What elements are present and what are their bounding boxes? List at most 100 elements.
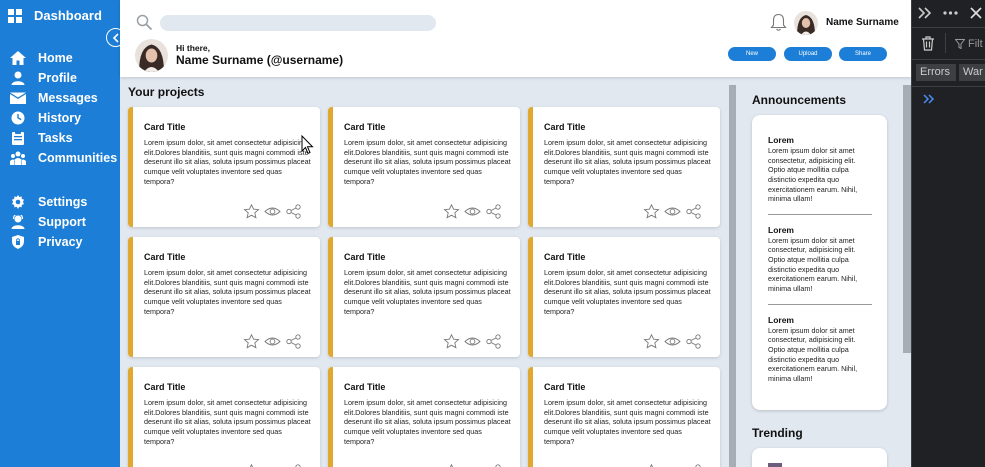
announcement-body: Lorem ipsum dolor sit amet consectetur, … <box>768 325 858 383</box>
announcement-item[interactable]: Lorem Lorem ipsum dolor sit amet consect… <box>768 225 872 305</box>
communities-icon <box>10 151 26 165</box>
card-body: Lorem ipsum dolor, sit amet consectetur … <box>544 268 711 316</box>
announcement-item[interactable]: Lorem Lorem ipsum dolor sit amet consect… <box>768 135 872 215</box>
close-icon[interactable] <box>970 7 982 19</box>
share-icon[interactable] <box>285 204 302 219</box>
card-title: Card Title <box>344 382 386 392</box>
announcements-card: Lorem Lorem ipsum dolor sit amet consect… <box>752 115 887 410</box>
avatar[interactable] <box>794 11 818 35</box>
card-actions <box>443 334 502 349</box>
star-icon[interactable] <box>643 334 660 349</box>
share-button[interactable]: Share <box>839 47 887 61</box>
project-card[interactable]: Card Title Lorem ipsum dolor, sit amet c… <box>528 237 720 357</box>
devtools-tab-errors[interactable]: Errors <box>916 64 956 81</box>
trending-title: Trending <box>752 426 803 440</box>
filter-icon[interactable] <box>955 39 965 49</box>
sidebar-nav-secondary: Settings Support Privacy <box>10 192 87 252</box>
watch-icon[interactable] <box>464 204 481 219</box>
card-body: Lorem ipsum dolor, sit amet consectetur … <box>144 398 311 446</box>
watch-icon[interactable] <box>464 334 481 349</box>
star-icon[interactable] <box>443 204 460 219</box>
header-user-name[interactable]: Name Surname <box>826 17 899 28</box>
card-title: Card Title <box>144 122 186 132</box>
shield-icon <box>12 235 24 249</box>
devtools-tab-warnings[interactable]: War <box>959 64 985 81</box>
project-card[interactable]: Card Title Lorem ipsum dolor, sit amet c… <box>128 107 320 227</box>
star-icon[interactable] <box>243 204 260 219</box>
project-card[interactable]: Card Title Lorem ipsum dolor, sit amet c… <box>128 367 320 467</box>
sidebar-item-label: Privacy <box>38 235 83 249</box>
filter-input-label[interactable]: Filt <box>968 38 983 50</box>
card-actions <box>643 334 702 349</box>
search-icon[interactable] <box>136 14 153 31</box>
sidebar-item-label: Tasks <box>38 131 73 145</box>
watch-icon[interactable] <box>264 334 281 349</box>
project-card[interactable]: Card Title Lorem ipsum dolor, sit amet c… <box>328 107 520 227</box>
sidebar-item-privacy[interactable]: Privacy <box>10 232 87 252</box>
star-icon[interactable] <box>643 204 660 219</box>
share-icon[interactable] <box>685 204 702 219</box>
greeting-name: Name Surname (@username) <box>176 53 344 67</box>
sidebar-item-settings[interactable]: Settings <box>10 192 87 212</box>
bell-icon[interactable] <box>770 13 787 32</box>
announcement-item[interactable]: Lorem Lorem ipsum dolor sit amet consect… <box>768 315 872 394</box>
upload-button[interactable]: Upload <box>784 47 832 61</box>
brand[interactable]: Dashboard <box>8 8 102 23</box>
projects-scrollbar[interactable] <box>729 85 736 467</box>
greeting: Hi there, <box>176 43 211 53</box>
project-card[interactable]: Card Title Lorem ipsum dolor, sit amet c… <box>128 237 320 357</box>
sidebar-item-label: Settings <box>38 195 88 209</box>
card-title: Card Title <box>344 252 386 262</box>
project-card[interactable]: Card Title Lorem ipsum dolor, sit amet c… <box>528 107 720 227</box>
sidebar-item-label: Messages <box>38 91 98 105</box>
watch-icon[interactable] <box>664 204 681 219</box>
devtools-panel: Filt Errors War <box>911 0 985 467</box>
sidebar-item-communities[interactable]: Communities <box>10 148 117 168</box>
watch-icon[interactable] <box>264 204 281 219</box>
card-body: Lorem ipsum dolor, sit amet consectetur … <box>344 398 511 446</box>
project-card[interactable]: Card Title Lorem ipsum dolor, sit amet c… <box>328 367 520 467</box>
share-icon[interactable] <box>485 204 502 219</box>
header: Name Surname Hi there, Name Surname (@us… <box>120 0 911 77</box>
card-body: Lorem ipsum dolor, sit amet consectetur … <box>144 138 311 186</box>
sidebar-item-label: Support <box>38 215 86 229</box>
sidebar-item-support[interactable]: Support <box>10 212 87 232</box>
home-icon <box>10 51 26 65</box>
sidebar-item-label: Profile <box>38 71 77 85</box>
search-input[interactable] <box>160 15 436 31</box>
gear-icon <box>12 195 24 209</box>
sidebar-item-label: Communities <box>38 151 118 165</box>
project-card[interactable]: Card Title Lorem ipsum dolor, sit amet c… <box>528 367 720 467</box>
card-body: Lorem ipsum dolor, sit amet consectetur … <box>544 138 711 186</box>
brand-title: Dashboard <box>34 8 102 23</box>
page-scrollbar[interactable] <box>903 85 911 353</box>
double-chevron-icon[interactable] <box>918 7 932 19</box>
share-icon[interactable] <box>685 334 702 349</box>
sidebar-item-tasks[interactable]: Tasks <box>10 128 117 148</box>
announcement-body: Lorem ipsum dolor sit amet consectetur, … <box>768 146 858 204</box>
trending-card[interactable] <box>752 448 887 467</box>
sidebar-item-history[interactable]: History <box>10 108 117 128</box>
console-prompt[interactable] <box>912 86 985 108</box>
card-body: Lorem ipsum dolor, sit amet consectetur … <box>144 268 311 316</box>
share-icon[interactable] <box>485 334 502 349</box>
new-button[interactable]: New <box>728 47 776 61</box>
card-title: Card Title <box>144 382 186 392</box>
watch-icon[interactable] <box>664 334 681 349</box>
sidebar-item-home[interactable]: Home <box>10 48 117 68</box>
sidebar-item-messages[interactable]: Messages <box>10 88 117 108</box>
announcements-title: Announcements <box>752 93 847 107</box>
projects-title: Your projects <box>128 85 205 99</box>
card-actions <box>243 334 302 349</box>
announcement-body: Lorem ipsum dolor sit amet consectetur, … <box>768 235 858 294</box>
card-body: Lorem ipsum dolor, sit amet consectetur … <box>344 138 511 186</box>
clear-console-icon[interactable] <box>921 36 935 51</box>
more-options-icon[interactable] <box>943 11 958 15</box>
sidebar-item-profile[interactable]: Profile <box>10 68 117 88</box>
star-icon[interactable] <box>443 334 460 349</box>
star-icon[interactable] <box>243 334 260 349</box>
messages-icon <box>10 92 26 104</box>
mouse-cursor-icon <box>301 135 314 155</box>
project-card[interactable]: Card Title Lorem ipsum dolor, sit amet c… <box>328 237 520 357</box>
share-icon[interactable] <box>285 334 302 349</box>
